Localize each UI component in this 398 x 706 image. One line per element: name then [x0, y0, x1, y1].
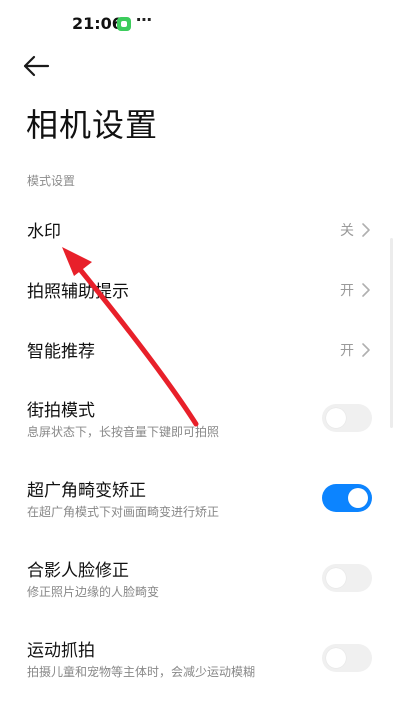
- setting-title: 水印: [27, 222, 61, 242]
- section-label: 模式设置: [27, 174, 76, 188]
- setting-shooting-hints[interactable]: 拍照辅助提示 开: [0, 266, 398, 316]
- setting-subtitle: 拍摄儿童和宠物等主体时，会减少运动模糊: [27, 665, 256, 679]
- street-mode-toggle[interactable]: [322, 404, 372, 432]
- setting-street-mode[interactable]: 街拍模式 息屏状态下，长按音量下键即可拍照: [0, 388, 398, 448]
- scrollbar[interactable]: [390, 238, 393, 428]
- motion-capture-toggle[interactable]: [322, 644, 372, 672]
- status-bar: 21:06 ⋯: [0, 0, 398, 48]
- page-title: 相机设置: [26, 106, 159, 144]
- back-button[interactable]: [22, 52, 52, 80]
- setting-watermark[interactable]: 水印 关: [0, 206, 398, 256]
- chevron-right-icon: [362, 223, 370, 237]
- status-time: 21:06: [72, 14, 123, 33]
- setting-title: 拍照辅助提示: [27, 282, 129, 302]
- setting-smart-recommend[interactable]: 智能推荐 开: [0, 326, 398, 376]
- chevron-right-icon: [362, 343, 370, 357]
- back-arrow-icon: [23, 55, 50, 77]
- setting-title: 街拍模式: [27, 401, 95, 421]
- setting-title: 超广角畸变矫正: [27, 481, 146, 501]
- chevron-right-icon: [362, 283, 370, 297]
- setting-subtitle: 息屏状态下，长按音量下键即可拍照: [27, 425, 220, 439]
- status-more-indicator: ⋯: [136, 10, 152, 29]
- setting-motion-capture[interactable]: 运动抓拍 拍摄儿童和宠物等主体时，会减少运动模糊: [0, 628, 398, 688]
- setting-value: 开: [340, 343, 354, 359]
- setting-title: 智能推荐: [27, 342, 95, 362]
- setting-ultrawide-correction[interactable]: 超广角畸变矫正 在超广角模式下对画面畸变进行矫正: [0, 468, 398, 528]
- setting-group-face-correction[interactable]: 合影人脸修正 修正照片边缘的人脸畸变: [0, 548, 398, 608]
- setting-value: 关: [340, 223, 354, 239]
- setting-title: 合影人脸修正: [27, 561, 129, 581]
- setting-subtitle: 在超广角模式下对画面畸变进行矫正: [27, 505, 220, 519]
- wechat-icon: [117, 17, 131, 31]
- setting-subtitle: 修正照片边缘的人脸畸变: [27, 585, 160, 599]
- setting-value: 开: [340, 283, 354, 299]
- ultrawide-correction-toggle[interactable]: [322, 484, 372, 512]
- setting-title: 运动抓拍: [27, 641, 95, 661]
- group-face-correction-toggle[interactable]: [322, 564, 372, 592]
